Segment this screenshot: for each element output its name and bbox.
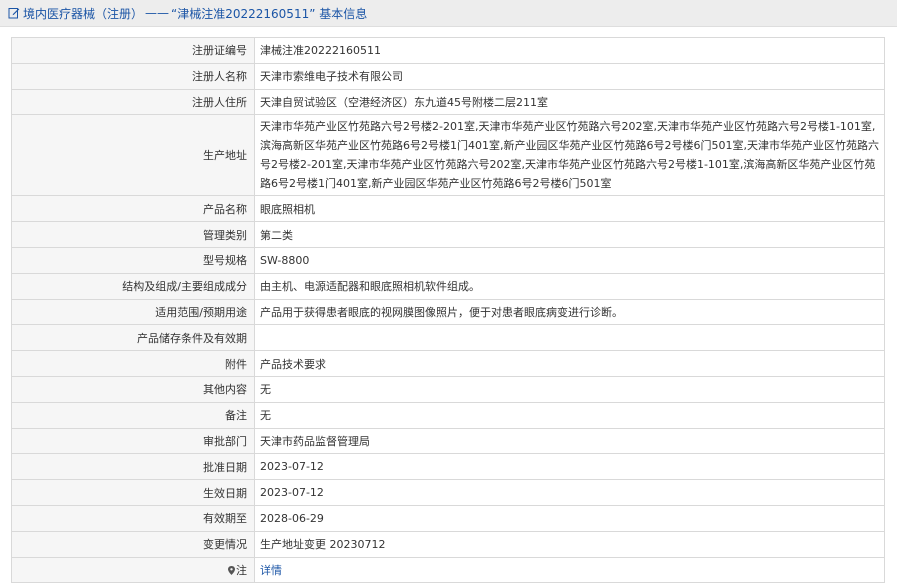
row-label: 生产地址 xyxy=(11,114,255,197)
row-value: 产品用于获得患者眼底的视网膜图像照片，便于对患者眼底病变进行诊断。 xyxy=(254,298,885,326)
header-separator: —— xyxy=(145,6,170,20)
table-row: 其他内容 无 xyxy=(11,375,885,403)
pin-icon xyxy=(228,565,235,575)
row-label: 附件 xyxy=(11,350,255,377)
table-row: 产品名称 眼底照相机 xyxy=(11,195,885,223)
row-value: 2028-06-29 xyxy=(254,504,885,532)
row-value: 天津市药品监督管理局 xyxy=(254,427,885,455)
row-label: 适用范围/预期用途 xyxy=(11,298,255,326)
table-row: 注册证编号 津械注准20222160511 xyxy=(11,37,885,64)
registration-info-table: 注册证编号 津械注准20222160511 注册人名称 天津市索维电子技术有限公… xyxy=(11,37,885,584)
row-value: 生产地址变更 20230712 xyxy=(254,530,885,558)
row-label: 变更情况 xyxy=(11,530,255,558)
row-label: 备注 xyxy=(11,401,255,429)
table-row: 有效期至 2028-06-29 xyxy=(11,504,885,532)
row-value: 由主机、电源适配器和眼底照相机软件组成。 xyxy=(254,272,885,300)
row-value: 2023-07-12 xyxy=(254,453,885,481)
table-row: 型号规格 SW-8800 xyxy=(11,246,885,274)
row-label: 管理类别 xyxy=(11,221,255,248)
row-label: 有效期至 xyxy=(11,504,255,532)
table-row: 生效日期 2023-07-12 xyxy=(11,479,885,506)
row-label: 其他内容 xyxy=(11,375,255,403)
note-row: 注 详情 xyxy=(11,556,885,584)
table-row: 产品储存条件及有效期 xyxy=(11,324,885,352)
table-row: 批准日期 2023-07-12 xyxy=(11,453,885,481)
row-value: 无 xyxy=(254,375,885,403)
row-label: 产品名称 xyxy=(11,195,255,223)
row-label: 型号规格 xyxy=(11,246,255,274)
table-row: 结构及组成/主要组成成分 由主机、电源适配器和眼底照相机软件组成。 xyxy=(11,272,885,300)
row-label: 注册人住所 xyxy=(11,88,255,116)
table-row: 附件 产品技术要求 xyxy=(11,350,885,377)
row-label: 生效日期 xyxy=(11,479,255,506)
row-value: 2023-07-12 xyxy=(254,479,885,506)
row-value: 眼底照相机 xyxy=(254,195,885,223)
table-row: 变更情况 生产地址变更 20230712 xyxy=(11,530,885,558)
header-category: 境内医疗器械（注册） xyxy=(23,6,144,21)
row-value: 无 xyxy=(254,401,885,429)
row-label: 注册人名称 xyxy=(11,62,255,90)
page-title: “津械注准20222160511” 基本信息 xyxy=(171,6,368,21)
row-value: 天津自贸试验区（空港经济区）东九道45号附楼二层211室 xyxy=(254,88,885,116)
row-label: 产品储存条件及有效期 xyxy=(11,324,255,352)
table-row: 备注 无 xyxy=(11,401,885,429)
row-value: 津械注准20222160511 xyxy=(254,37,885,64)
row-value: SW-8800 xyxy=(254,246,885,274)
row-label: 审批部门 xyxy=(11,427,255,455)
row-label: 注册证编号 xyxy=(11,37,255,64)
row-value: 第二类 xyxy=(254,221,885,248)
row-value xyxy=(254,324,885,352)
table-row: 适用范围/预期用途 产品用于获得患者眼底的视网膜图像照片，便于对患者眼底病变进行… xyxy=(11,298,885,326)
table-row: 管理类别 第二类 xyxy=(11,221,885,248)
table-row: 注册人名称 天津市索维电子技术有限公司 xyxy=(11,62,885,90)
note-value: 详情 xyxy=(254,556,885,584)
row-label: 批准日期 xyxy=(11,453,255,481)
row-value: 天津市华苑产业区竹苑路六号2号楼2-201室,天津市华苑产业区竹苑路六号202室… xyxy=(254,114,885,197)
note-label: 注 xyxy=(11,556,255,584)
row-value: 产品技术要求 xyxy=(254,350,885,377)
table-row: 注册人住所 天津自贸试验区（空港经济区）东九道45号附楼二层211室 xyxy=(11,88,885,116)
details-link[interactable]: 详情 xyxy=(260,564,282,577)
edit-icon xyxy=(8,8,20,19)
row-value: 天津市索维电子技术有限公司 xyxy=(254,62,885,90)
table-row: 审批部门 天津市药品监督管理局 xyxy=(11,427,885,455)
note-label-text: 注 xyxy=(236,563,247,577)
row-label: 结构及组成/主要组成成分 xyxy=(11,272,255,300)
page-header: 境内医疗器械（注册） —— “津械注准20222160511” 基本信息 xyxy=(0,0,897,27)
table-row: 生产地址 天津市华苑产业区竹苑路六号2号楼2-201室,天津市华苑产业区竹苑路六… xyxy=(11,114,885,197)
